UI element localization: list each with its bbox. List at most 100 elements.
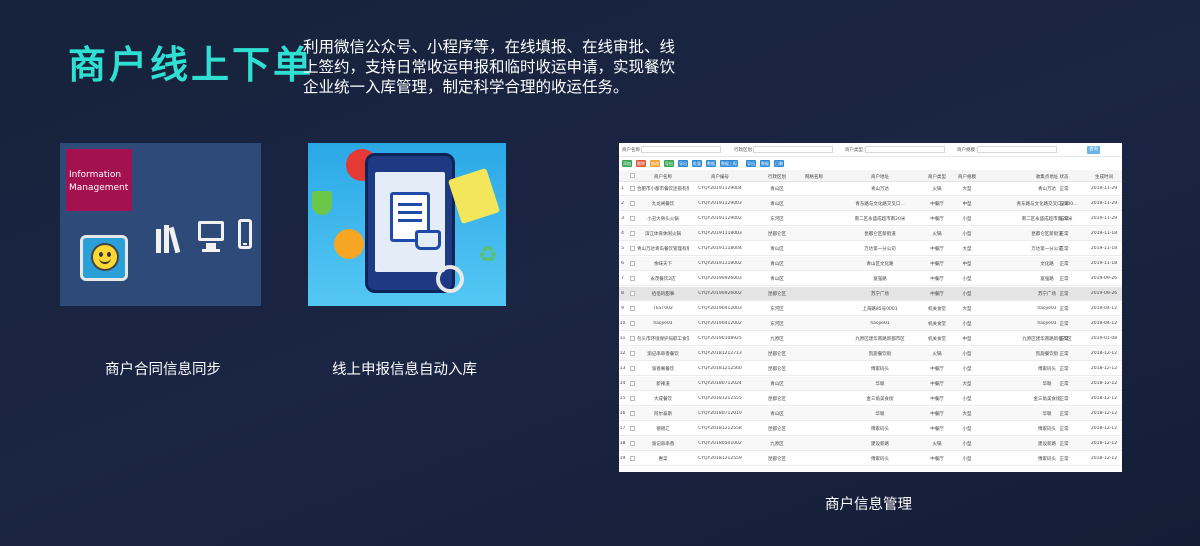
toolbar-button[interactable]: 导出 [664,160,674,167]
table-cell: 正常 [1059,202,1069,207]
query-button[interactable]: 查询 [1087,146,1100,154]
row-checkbox[interactable] [630,441,635,446]
merchant-name-input[interactable] [641,146,721,153]
table-cell: 傅家码头 [1038,367,1056,372]
table-cell: 青山区文化路 [866,262,894,267]
table-row[interactable]: 17 德刚汇 CYQY20181212558 昆都仑区 傅家码头 中餐厅 小型 傅家码头 正常 2… [619,422,1122,436]
table-cell: 正常 [1059,232,1069,237]
table-cell: CYQY20180712010 [698,411,742,416]
table-row[interactable]: 10 haojie01 CYQY20190412002 东河区 haojie01 机关食堂… [619,317,1122,331]
table-cell: 大型 [962,412,972,417]
table-cell: 金三角美食街 [1033,397,1061,402]
table-cell: 正常 [1059,427,1069,432]
table-cell: 中餐厅 [930,412,944,417]
table-row[interactable]: 4 滨江体育休闲火锅 CYQY20191118003 昆都仑区 昆都仑区新街道 火锅 小型 昆… [619,227,1122,241]
table-cell: 中型 [962,202,972,207]
toolbar-button[interactable]: 已删 [774,160,784,167]
row-checkbox[interactable] [630,366,635,371]
column-header[interactable]: 收集点地址 [1007,174,1087,180]
table-cell: 渝香阁餐饮 [651,367,675,372]
table-row[interactable]: 7 永茂餐饮2店 CYQY20190926003 青山区 富强路 中餐厅 小型 富强路 正常 20… [619,272,1122,286]
table-row[interactable]: 15 大成餐饮 CYQY20181212555 昆都仑区 金三角美食街 中餐厅 小型 金三角美… [619,392,1122,406]
table-row[interactable]: 6 余味天下 CYQY20191118002 青山区 青山区文化路 中餐厅 中型 文化路 正常 2… [619,257,1122,271]
row-number: 10 [619,321,626,326]
column-header[interactable]: 商户编号 [693,174,747,180]
district-input[interactable] [753,146,833,153]
toolbar-button[interactable]: 数据 [760,160,770,167]
table-row[interactable]: 13 渝香阁餐饮 CYQY20181212560 昆都仑区 傅家码头 中餐厅 小型 傅家码头正… [619,362,1122,376]
table-cell: 正常 [1059,442,1069,447]
row-checkbox[interactable] [630,321,635,326]
toolbar-button[interactable]: 删除 [636,160,646,167]
table-row[interactable]: 5 青山万达青岛餐饮管理有限公司 CYQY20191118004 青山区 万达第一分公司… [619,242,1122,256]
row-checkbox[interactable] [630,396,635,401]
toolbar-button[interactable]: 修改 [650,160,660,167]
table-row[interactable]: 19 惠菜 CYQY20181212559 昆都仑区 傅家码头 中餐厅 小型 傅家码头 正常 20… [619,452,1122,466]
row-checkbox[interactable] [630,306,635,311]
scale-select[interactable] [977,146,1057,153]
table-cell: 正常 [1059,382,1069,387]
table-cell: 小型 [962,367,972,372]
row-checkbox[interactable] [630,381,635,386]
row-checkbox[interactable] [630,336,635,341]
table-cell: 惠菜 [658,457,668,462]
column-header[interactable]: 商户规模 [954,174,980,180]
column-header[interactable]: 生成时间 [1089,174,1119,180]
table-cell: 滨江体育休闲火锅 [645,232,681,237]
row-number: 6 [621,261,624,266]
column-header[interactable]: 商户类型 [924,174,950,180]
table-cell: 傅家码头 [871,367,889,372]
toolbar-button[interactable]: 批量 [692,160,702,167]
table-row[interactable]: 8 佰佰的甜事 CYQY20190926002 昆都仑区 苏宁广场 中餐厅 小型 苏宁广场 正常… [619,287,1122,301]
table-row[interactable]: 3 小丑大骨头火锅 CYQY20191129002 东河区 南二区永盛成超市南20米 中餐… [619,212,1122,226]
table-cell: 华联 [875,382,885,387]
filter-bar: 商户名称： 行政区划： 商户类型： 商户规模： 查询 [619,143,1122,157]
table-cell: haojie01 [1037,321,1057,326]
toolbar-button[interactable]: 数据 [706,160,716,167]
toolbar-button[interactable]: 导出 [746,160,756,167]
select-all-checkbox[interactable] [630,173,635,178]
table-row[interactable]: 2 九龙闸餐饮 CYQY20191129003 青山区 青东路与文化路交叉口... 中餐厅… [619,197,1122,211]
row-checkbox[interactable] [630,186,635,191]
table-row[interactable]: 11 包头市环境保护局职工食堂 CYQY20190108925 九原区 九原区建华南路新… [619,332,1122,346]
column-header[interactable]: 网格名称 [799,174,829,180]
row-number: 4 [621,231,624,236]
row-checkbox[interactable] [630,456,635,461]
table-row[interactable]: 12 渝记串串香餐饮 CYQY20181212713 昆都仑区 凯旋餐饮街 火锅 小型 凯旋餐… [619,347,1122,361]
column-header[interactable]: 行政区划 [765,174,789,180]
row-checkbox[interactable] [630,261,635,266]
table-row[interactable]: 16 阿尔泰斯 CYQY20180712010 青山区 华联 中餐厅 大型 华联 正常 2018-… [619,407,1122,421]
toolbar-button[interactable]: 数据上报 [720,160,738,167]
row-number: 5 [621,246,624,251]
type-select[interactable] [865,146,945,153]
table-cell: 昆都仑区 [768,367,786,372]
table-cell: 新辣道 [656,382,670,387]
row-checkbox[interactable] [630,291,635,296]
column-header[interactable]: 商户地址 [845,174,915,180]
toolbar-button[interactable]: 添加 [622,160,632,167]
table-cell: TEST002 [653,306,673,311]
column-header[interactable]: 商户名称 [637,174,689,180]
toolbar-button[interactable]: 导出 [678,160,688,167]
table-row[interactable]: 18 渝记串串香 CYQY20180501002 九原区 建设新路 火锅 小型 建设新路 正常 2… [619,437,1122,451]
table-cell: 正常 [1059,367,1069,372]
row-checkbox[interactable] [630,411,635,416]
table-cell: 青山区 [770,262,784,267]
row-checkbox[interactable] [630,426,635,431]
row-checkbox[interactable] [630,201,635,206]
row-checkbox[interactable] [630,231,635,236]
row-checkbox[interactable] [630,276,635,281]
table-cell: 大型 [962,307,972,312]
table-cell: 2019-11-29 [1090,216,1118,221]
table-row[interactable]: 1 合肥市小都市餐饮连锁有限公司包头万达广场 CYQY20191129004 青山区 青… [619,182,1122,196]
row-checkbox[interactable] [630,216,635,221]
books-icon [156,221,184,254]
row-number: 11 [619,336,626,341]
table-cell: 富强路 [873,277,887,282]
row-number: 2 [621,201,624,206]
table-row[interactable]: 14 新辣道 CYQY20180712024 青山区 华联 中餐厅 大型 华联 正常 2018-1… [619,377,1122,391]
row-checkbox[interactable] [630,351,635,356]
column-header[interactable]: 状态 [1054,174,1074,180]
table-row[interactable]: 9 TEST002 CYQY20190412003 东河区 上海路85号0001 机关食堂… [619,302,1122,316]
row-checkbox[interactable] [630,246,635,251]
